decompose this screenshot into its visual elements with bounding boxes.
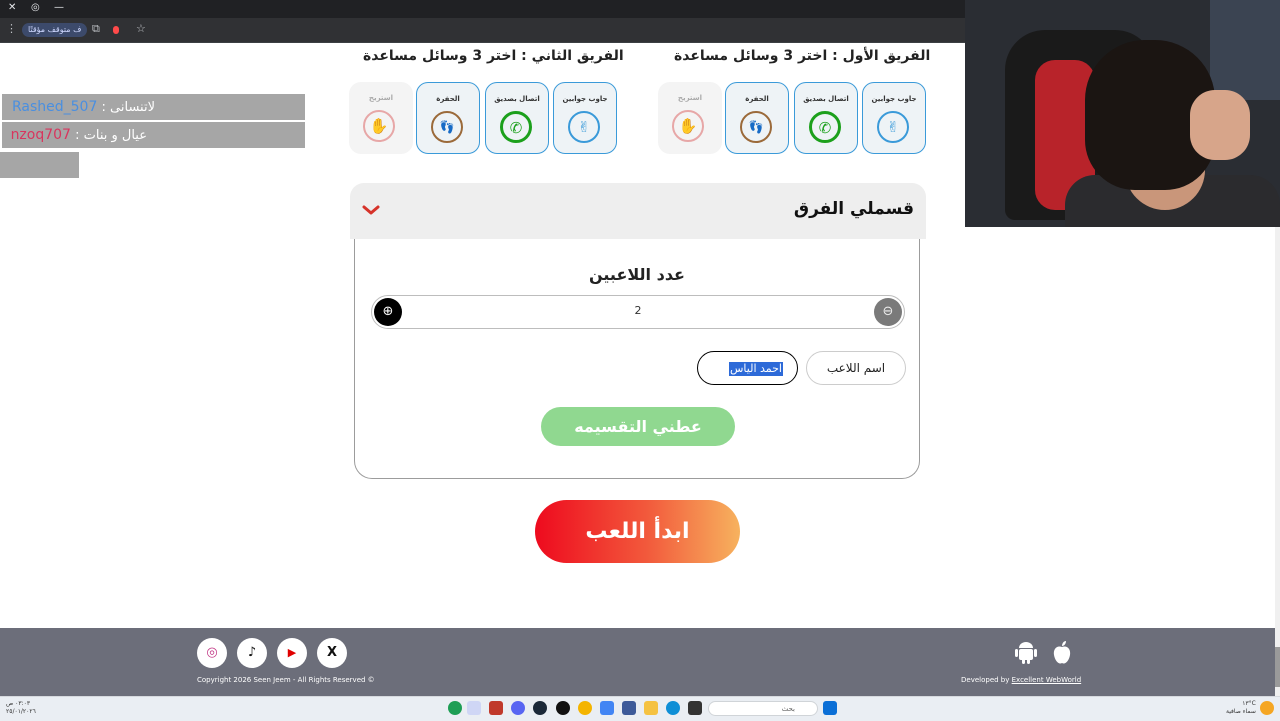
lifeline-label: جاوب جوابين (562, 95, 608, 103)
x-icon[interactable]: X (317, 638, 347, 668)
lifeline-label: اتصال بصديق (494, 95, 540, 103)
hand (1190, 90, 1250, 160)
peace-hand-icon: ✌ (877, 111, 909, 143)
instagram-icon[interactable]: ◎ (197, 638, 227, 668)
ticker-label: عيال و بنات : (75, 128, 147, 143)
player-name-label: اسم اللاعب (806, 351, 906, 385)
youtube-icon[interactable]: ▶ (277, 638, 307, 668)
peace-hand-icon: ✌ (568, 111, 600, 143)
phone-icon: ✆ (500, 111, 532, 143)
player-name-input[interactable]: احمد الياس (697, 351, 798, 385)
player-count-title: عدد اللاعبين (589, 265, 685, 284)
chrome-icon[interactable] (578, 701, 592, 715)
footer: ◎ ♪ ▶ X Copyright 2026 Seen Jeem - All R… (0, 628, 1275, 696)
start-game-button[interactable]: ابدأ اللعب (535, 500, 740, 563)
lifeline-label: الحفرة (436, 95, 460, 103)
team2-lifeline-two-answers[interactable]: جاوب جوابين ✌ (553, 82, 617, 154)
recording-icon (113, 26, 119, 34)
menu-dots-icon[interactable]: ⋮ (6, 22, 17, 36)
lifeline-label: جاوب جوابين (871, 95, 917, 103)
accordion-title: قسملي الفرق (793, 199, 914, 219)
stop-hand-icon: ✋ (672, 110, 704, 142)
lifeline-label: الحفرة (745, 95, 769, 103)
scrollbar[interactable] (1275, 227, 1280, 696)
clock[interactable]: ٠٣:٠٣ ص ٢٥/٠١/٢٠٢٦ (6, 700, 36, 716)
close-window-icon[interactable]: ✕ (8, 2, 16, 13)
developer-link[interactable]: Excellent WebWorld (1012, 676, 1082, 684)
windows-taskbar: ٠٣:٠٣ ص ٢٥/٠١/٢٠٢٦ بحث ١٣°C سماء صافية (0, 696, 1280, 721)
team1-lifeline-call-friend[interactable]: اتصال بصديق ✆ (794, 82, 858, 154)
app-icon[interactable] (448, 701, 462, 715)
phone-icon: ✆ (809, 111, 841, 143)
apple-icon[interactable] (1051, 640, 1073, 666)
team2-lifeline-pit[interactable]: الحفرة 👣 (416, 82, 480, 154)
webcam-overlay (965, 0, 1280, 227)
team1-lifeline-pit[interactable]: الحفرة 👣 (725, 82, 789, 154)
lifeline-label: اتصال بصديق (803, 95, 849, 103)
team1-lifeline-two-answers[interactable]: جاوب جوابين ✌ (862, 82, 926, 154)
file-explorer-icon[interactable] (644, 701, 658, 715)
lifeline-label: استريح (368, 94, 394, 102)
player-count-value[interactable]: 2 (372, 304, 904, 317)
team1-lifeline-rest[interactable]: استريح ✋ (658, 82, 722, 154)
ticker-label: لاتنسانى : (101, 100, 155, 115)
copyright-text: Copyright 2026 Seen Jeem - All Rights Re… (197, 676, 375, 684)
ticker-name: Rashed_507 (11, 99, 98, 115)
app-grid-icon[interactable] (467, 701, 481, 715)
footprints-icon: 👣 (431, 111, 463, 143)
minus-icon[interactable]: ⊖ (874, 298, 902, 326)
browser-toolbar: ⋮ ⧉ ☆ (0, 18, 965, 43)
android-icon[interactable] (1014, 640, 1038, 666)
team1-title: الفريق الأول : اختر 3 وسائل مساعدة (674, 48, 931, 64)
ticker-row-empty (0, 152, 79, 178)
split-teams-button[interactable]: عطني التقسيمه (541, 407, 735, 446)
taskbar-search[interactable]: بحث (708, 701, 818, 716)
ticker-row-1: لاتنسانى : Rashed_507 (2, 94, 305, 120)
lifeline-label: استريح (677, 94, 703, 102)
app-icon[interactable] (600, 701, 614, 715)
player-name-selected-text[interactable]: احمد الياس (729, 362, 783, 376)
steam-icon[interactable] (533, 701, 547, 715)
bookmark-star-icon[interactable]: ☆ (136, 22, 146, 36)
weather-moon-icon[interactable] (1260, 701, 1274, 715)
developed-by-text: Developed by Excellent WebWorld (961, 676, 1082, 684)
ticker-name: nzoq707 (10, 127, 71, 143)
ticker-row-2: عيال و بنات : nzoq707 (2, 122, 305, 148)
app-icon[interactable] (622, 701, 636, 715)
scrollbar-thumb[interactable] (1275, 647, 1280, 687)
background-window (1210, 0, 1280, 100)
stop-hand-icon: ✋ (363, 110, 395, 142)
windows-start-icon[interactable] (823, 701, 837, 715)
team2-title: الفريق الثاني : اختر 3 وسائل مساعدة (363, 48, 624, 64)
tiktok-icon[interactable]: ♪ (237, 638, 267, 668)
minimize-window-icon[interactable]: — (54, 2, 64, 13)
terminal-icon[interactable] (688, 701, 702, 715)
edge-icon[interactable] (666, 701, 680, 715)
paused-badge[interactable]: ف متوقف مؤقتًا (22, 23, 88, 37)
app-icon[interactable] (489, 701, 503, 715)
obs-icon[interactable] (556, 701, 570, 715)
weather-widget[interactable]: ١٣°C سماء صافية (1226, 700, 1256, 716)
split-teams-accordion-header[interactable]: قسملي الفرق (350, 183, 926, 239)
split-teams-panel: عدد اللاعبين ⊕ 2 ⊖ احمد الياس اسم اللاعب… (354, 239, 920, 479)
player-count-stepper: ⊕ 2 ⊖ (371, 295, 905, 329)
discord-icon[interactable] (511, 701, 525, 715)
extensions-icon[interactable]: ⧉ (92, 22, 100, 36)
team2-lifeline-rest[interactable]: استريح ✋ (349, 82, 413, 154)
chevron-down-icon[interactable] (360, 199, 382, 221)
restore-window-icon[interactable]: ◎ (31, 2, 40, 13)
footprints-icon: 👣 (740, 111, 772, 143)
team2-lifeline-call-friend[interactable]: اتصال بصديق ✆ (485, 82, 549, 154)
